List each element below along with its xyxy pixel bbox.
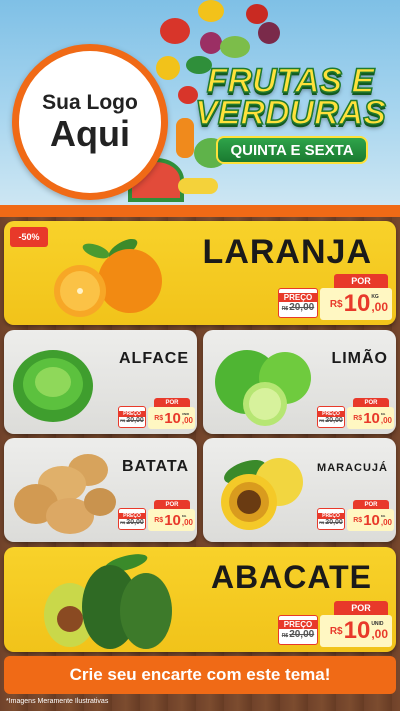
price-currency: R$ [353, 414, 363, 422]
tomato-icon [246, 4, 268, 24]
header-banner: Sua Logo Aqui FRUTAS E VERDURAS QUINTA E… [0, 0, 400, 210]
product-card-alface[interactable]: ALFACE PREÇO R$ 20,00 POR R$ 10 UNID ,00 [4, 330, 197, 434]
banana-icon [178, 178, 218, 194]
por-label: POR [154, 398, 190, 407]
price-value-box: R$ 10 UNID ,00 [148, 407, 195, 429]
old-price-label: PREÇO [279, 293, 317, 302]
product-card-limao[interactable]: LIMÃO PREÇO R$ 20,00 POR R$ 10 KG ,00 [203, 330, 396, 434]
logo-text-line1: Sua Logo [42, 90, 138, 114]
price-decimal: ,00 [371, 300, 388, 314]
por-label: POR [353, 500, 389, 509]
price-decimal: ,00 [181, 517, 193, 527]
price-integer: 10 [363, 409, 380, 427]
orange-icon [54, 238, 162, 317]
pepper-icon [198, 0, 224, 22]
disclaimer-text: *Imagens Meramente Ilustrativas [6, 698, 109, 705]
old-price-value: 20,00 [126, 416, 144, 424]
por-label: POR [334, 601, 388, 615]
old-price-currency: R$ [120, 519, 126, 525]
old-price-value: 20,00 [325, 518, 343, 526]
price-value-box: R$ 10 KG ,00 [347, 509, 394, 531]
price-value-box: R$ 10 KG ,00 [320, 288, 392, 320]
lime-icon [215, 350, 311, 426]
por-label: POR [353, 398, 389, 407]
price-integer: 10 [363, 511, 380, 529]
price-tag: PREÇO R$ 20,00 POR R$ 10 UNID ,00 [278, 601, 394, 649]
price-currency: R$ [329, 298, 343, 310]
old-price-box: PREÇO R$ 20,00 [317, 406, 345, 428]
old-price-value: 20,00 [289, 629, 315, 640]
product-card-batata[interactable]: BATATA PREÇO R$ 20,00 POR R$ 10 KG ,00 [4, 438, 197, 542]
pepper-icon [156, 56, 180, 80]
product-name: BATATA [121, 458, 189, 475]
price-tag: PREÇO R$ 20,00 POR R$ 10 KG ,00 [278, 274, 394, 322]
discount-badge: -50% [10, 227, 48, 247]
price-decimal: ,00 [181, 415, 193, 425]
price-value-box: R$ 10 KG ,00 [148, 509, 195, 531]
price-integer: 10 [164, 409, 181, 427]
product-name: LARANJA [202, 233, 372, 271]
product-card-laranja[interactable]: -50% LARANJA PREÇO R$ 20,00 POR R$ 10 KG… [4, 221, 396, 325]
campaign-title: FRUTAS E VERDURAS QUINTA E SEXTA [188, 61, 393, 172]
product-card-maracuja[interactable]: MARACUJÁ PREÇO R$ 20,00 POR R$ 10 KG ,00 [203, 438, 396, 542]
price-currency: R$ [329, 625, 343, 637]
price-value-box: R$ 10 KG ,00 [347, 407, 394, 429]
old-price-box: PREÇO R$ 20,00 [278, 288, 318, 318]
price-tag: PREÇO R$ 20,00 POR R$ 10 UNID ,00 [118, 398, 196, 432]
product-name: ALFACE [119, 350, 189, 367]
cabbage-icon [220, 36, 250, 58]
avocado-icon [44, 554, 172, 649]
price-decimal: ,00 [380, 415, 392, 425]
price-tag: PREÇO R$ 20,00 POR R$ 10 KG ,00 [317, 500, 395, 534]
header-divider [0, 205, 400, 217]
old-price-currency: R$ [120, 417, 126, 423]
por-label: POR [154, 500, 190, 509]
price-currency: R$ [154, 414, 164, 422]
old-price-currency: R$ [281, 633, 289, 639]
days-badge: QUINTA E SEXTA [216, 136, 368, 164]
old-price-box: PREÇO R$ 20,00 [278, 615, 318, 645]
product-card-abacate[interactable]: ABACATE PREÇO R$ 20,00 POR R$ 10 UNID ,0… [4, 547, 396, 652]
por-label: POR [334, 274, 388, 288]
old-price-label: PREÇO [279, 620, 317, 629]
old-price-currency: R$ [281, 306, 289, 312]
price-tag: PREÇO R$ 20,00 POR R$ 10 KG ,00 [317, 398, 395, 432]
onion-icon [200, 32, 222, 54]
old-price-box: PREÇO R$ 20,00 [118, 508, 146, 530]
price-integer: 10 [164, 511, 181, 529]
old-price-value: 20,00 [325, 416, 343, 424]
price-currency: R$ [154, 516, 164, 524]
logo-text-line2: Aqui [50, 112, 130, 154]
create-flyer-button[interactable]: Crie seu encarte com este tema! [4, 656, 396, 694]
price-tag: PREÇO R$ 20,00 POR R$ 10 KG ,00 [118, 500, 196, 534]
old-price-value: 20,00 [126, 518, 144, 526]
product-name: LIMÃO [331, 350, 388, 367]
old-price-currency: R$ [319, 519, 325, 525]
old-price-box: PREÇO R$ 20,00 [317, 508, 345, 530]
price-decimal: ,00 [380, 517, 392, 527]
price-currency: R$ [353, 516, 363, 524]
price-integer: 10 [343, 617, 371, 644]
product-name: MARACUJÁ [317, 462, 388, 474]
plum-icon [258, 22, 280, 44]
price-decimal: ,00 [371, 627, 388, 641]
tomato-icon [160, 18, 190, 44]
old-price-value: 20,00 [289, 302, 315, 313]
title-line2: VERDURAS [194, 93, 386, 133]
old-price-box: PREÇO R$ 20,00 [118, 406, 146, 428]
potato-icon [14, 454, 116, 534]
old-price-currency: R$ [319, 417, 325, 423]
logo-placeholder: Sua Logo Aqui [12, 44, 168, 200]
price-integer: 10 [343, 290, 371, 317]
price-value-box: R$ 10 UNID ,00 [320, 615, 392, 647]
lettuce-icon [13, 350, 93, 422]
passion-fruit-icon [221, 458, 303, 530]
product-name: ABACATE [210, 559, 372, 595]
